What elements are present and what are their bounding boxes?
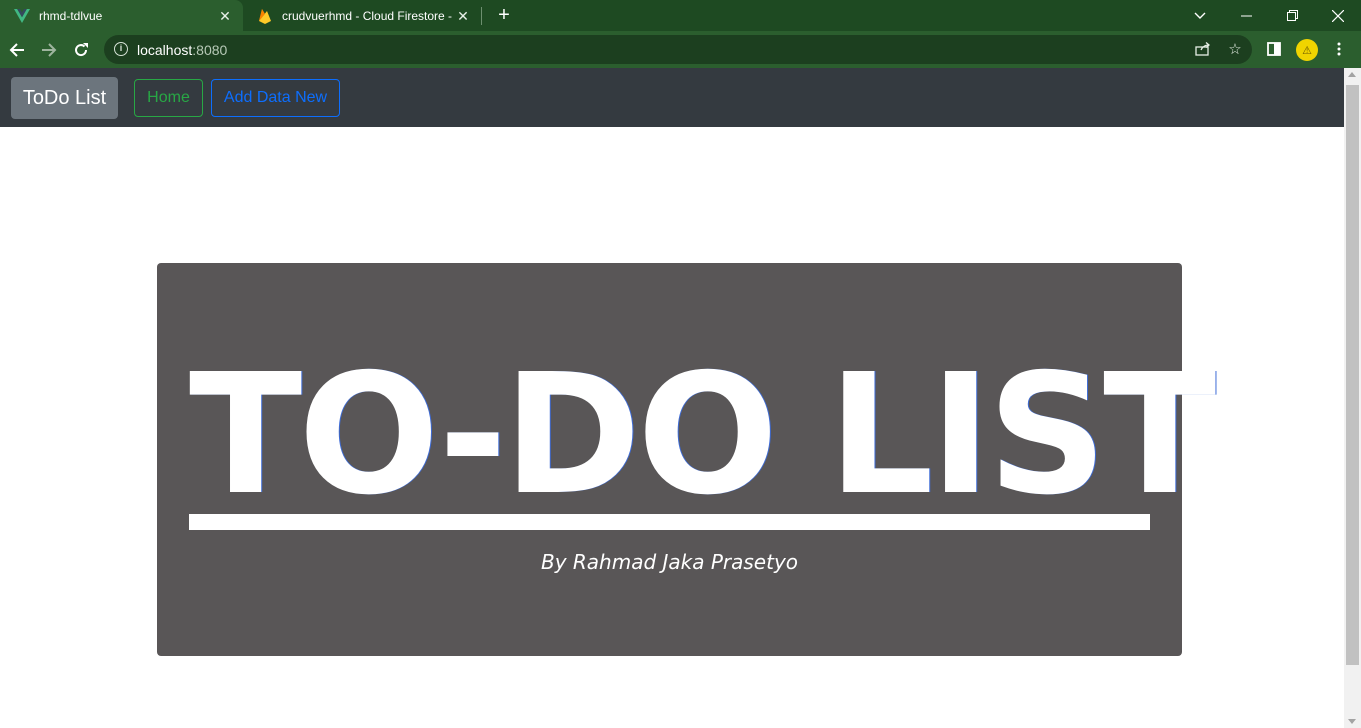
new-tab-icon[interactable]: + [494, 5, 514, 25]
url-host: localhost [137, 42, 193, 58]
close-tab-icon[interactable]: ✕ [217, 8, 233, 24]
restore-icon[interactable] [1269, 0, 1315, 31]
menu-kebab-icon[interactable] [1329, 39, 1349, 59]
address-url: localhost:8080 [137, 42, 227, 58]
share-icon[interactable] [1193, 39, 1213, 59]
tab-search-icon[interactable] [1177, 0, 1223, 31]
vertical-scrollbar[interactable] [1344, 68, 1361, 728]
tab-title: rhmd-tdlvue [39, 8, 103, 23]
forward-icon[interactable] [38, 39, 60, 61]
tab-rhmd-tdlvue[interactable]: rhmd-tdlvue ✕ [0, 0, 243, 31]
tab-strip: rhmd-tdlvue ✕ crudvuerhmd - Cloud Firest… [0, 0, 1361, 31]
page-viewport: ToDo List Home Add Data New TO-DO LIST B… [0, 68, 1344, 728]
profile-avatar[interactable]: ⚠ [1296, 39, 1318, 61]
home-link[interactable]: Home [134, 79, 203, 117]
tab-separator [481, 7, 482, 25]
hero-jumbotron: TO-DO LIST By Rahmad Jaka Prasetyo [157, 263, 1216, 656]
scrollbar-thumb[interactable] [1346, 85, 1359, 665]
minimize-icon[interactable] [1223, 0, 1269, 31]
tab-cloud-firestore[interactable]: crudvuerhmd - Cloud Firestore - ✕ [243, 0, 481, 31]
browser-toolbar: i localhost:8080 ☆ ⚠ [0, 31, 1361, 68]
add-data-link[interactable]: Add Data New [211, 79, 340, 117]
app-navbar: ToDo List Home Add Data New [0, 68, 1344, 127]
scroll-up-icon[interactable] [1348, 72, 1356, 77]
url-port: :8080 [192, 42, 228, 58]
back-icon[interactable] [6, 39, 28, 61]
close-window-icon[interactable] [1315, 0, 1361, 31]
reload-icon[interactable] [70, 39, 92, 61]
hero-title: TO-DO LIST [189, 339, 1216, 532]
bookmark-star-icon[interactable]: ☆ [1225, 39, 1245, 59]
address-bar[interactable]: i localhost:8080 [104, 35, 1252, 64]
hero-underline [189, 514, 1150, 530]
tab-title: crudvuerhmd - Cloud Firestore - [282, 8, 453, 23]
hero-subtitle: By Rahmad Jaka Prasetyo [540, 550, 799, 574]
brand-button[interactable]: ToDo List [11, 77, 118, 119]
scroll-down-icon[interactable] [1348, 719, 1356, 724]
firebase-icon [257, 8, 273, 24]
vue-icon [14, 8, 30, 24]
site-info-icon[interactable]: i [114, 42, 128, 56]
side-panel-icon[interactable] [1264, 39, 1284, 59]
close-tab-icon[interactable]: ✕ [455, 8, 471, 24]
